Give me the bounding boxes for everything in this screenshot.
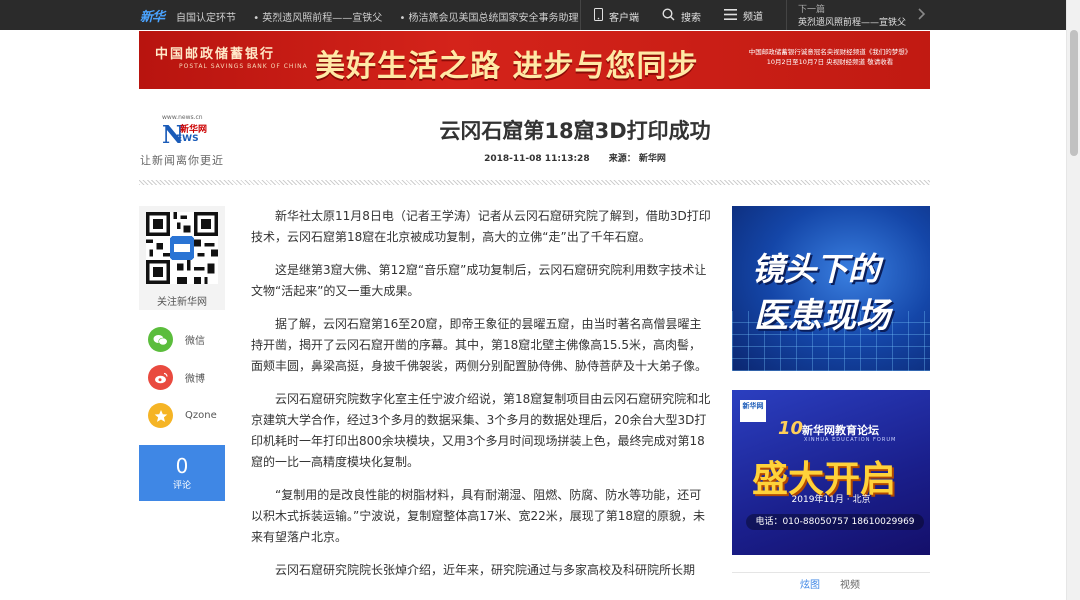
qr-follow-box: 关注新华网: [139, 206, 225, 310]
comment-label: 评论: [172, 481, 191, 491]
doctor-patient-ad[interactable]: 镜头下的 医患现场: [732, 206, 930, 371]
share-weibo[interactable]: 微博: [148, 365, 205, 390]
banner-side-line: 中国邮政储蓄银行诚意冠名央视财经频道《我们的梦想》: [748, 48, 912, 56]
divider: [580, 0, 581, 30]
next-label: 下一篇: [798, 5, 826, 15]
wechat-icon: [148, 327, 173, 352]
ticker-item[interactable]: 自国认定环节: [176, 13, 236, 24]
media-tabs: 炫图 视频: [732, 572, 930, 600]
channel-label: 频道: [743, 12, 763, 23]
forum-name-en: XINHUA EDUCATION FORUM: [804, 437, 897, 443]
tab-video[interactable]: 视频: [840, 576, 860, 591]
ad-headline: 医患现场: [754, 296, 890, 336]
news-ticker: 自国认定环节 • 英烈遗风照前程——宣铁父 • 杨洁篪会见美国总统国家安全事务助…: [176, 9, 593, 24]
share-label: 微博: [185, 374, 205, 385]
scrollbar-thumb[interactable]: [1070, 30, 1078, 156]
article-paragraph: “复制用的是改良性能的树脂材料，具有耐潮湿、阻燃、防腐、防水等功能，还可以积木式…: [251, 488, 706, 544]
article-paragraph: 云冈石窟研究院院长张焯介绍，近年来，研究院通过与多家高校及科研院所长期: [275, 563, 696, 577]
education-forum-ad[interactable]: 新华网 10 新华网教育论坛 XINHUA EDUCATION FORUM 盛大…: [732, 390, 930, 555]
weibo-icon: [148, 365, 173, 390]
forum-date: 2019年11月 · 北京: [791, 495, 871, 505]
menu-icon: [724, 8, 737, 23]
banner-side-text: 中国邮政储蓄银行诚意冠名央视财经频道《我们的梦想》 10月2日至10月7日 央视…: [735, 47, 925, 67]
channel-button[interactable]: 频道: [724, 8, 763, 23]
article-paragraph: 新华社太原11月8日电（记者王学涛）记者从云冈石窟研究院了解到，借助3D打印技术…: [251, 209, 711, 244]
star-icon: [148, 403, 173, 428]
share-label: Qzone: [185, 410, 217, 421]
logo-suffix: EWS: [176, 134, 199, 144]
site-logo[interactable]: 新华: [140, 6, 165, 25]
chevron-right-icon[interactable]: [918, 8, 926, 23]
share-wechat[interactable]: 微信: [148, 327, 205, 352]
client-button[interactable]: 客户端: [594, 8, 639, 24]
divider: [786, 0, 787, 30]
qr-code-icon: [146, 212, 218, 284]
tab-gallery[interactable]: 炫图: [800, 576, 820, 591]
ad-headline: 镜头下的: [752, 250, 881, 288]
article-paragraph: 这是继第3窟大佛、第12窟“音乐窟”成功复制后，云冈石窟研究院利用数字技术让文物…: [251, 263, 707, 298]
next-article-link[interactable]: 下一篇 英烈遗风照前程——宣铁父: [798, 4, 906, 30]
page-scrollbar[interactable]: [1066, 0, 1080, 600]
forum-edition-number: 10: [778, 418, 804, 439]
xinhua-logo[interactable]: www.news.cn N 新华网 EWS 让新闻离你更近: [140, 112, 230, 167]
forum-name: 新华网教育论坛: [802, 424, 879, 437]
article-paragraph: 据了解，云冈石窟第16至20窟，即帝王象征的昙曜五窟，由当时著名高僧昙曜主持开凿…: [251, 317, 708, 373]
ticker-item[interactable]: • 英烈遗风照前程——宣铁父: [253, 13, 382, 24]
comment-button[interactable]: 0 评论: [139, 445, 225, 501]
search-label: 搜索: [681, 12, 701, 24]
client-label: 客户端: [609, 12, 639, 24]
header-divider: [139, 180, 930, 185]
bank-name: 中国邮政储蓄银行: [155, 47, 276, 62]
site-motto: 让新闻离你更近: [140, 154, 224, 167]
next-title: 英烈遗风照前程——宣铁父: [798, 18, 907, 28]
bank-english-name: POSTAL SAVINGS BANK OF CHINA: [179, 63, 308, 70]
phone-icon: [594, 8, 603, 24]
news-logo-mark: N 新华网 EWS: [162, 120, 212, 149]
ad-logo: 新华网: [740, 400, 766, 422]
publish-datetime: 2018-11-08 11:13:28: [484, 154, 590, 164]
article-source: 来源： 新华网: [608, 154, 666, 164]
share-qzone[interactable]: Qzone: [148, 403, 217, 428]
top-bar: 新华 自国认定环节 • 英烈遗风照前程——宣铁父 • 杨洁篪会见美国总统国家安全…: [0, 0, 1080, 30]
article-body: 新华社太原11月8日电（记者王学涛）记者从云冈石窟研究院了解到，借助3D打印技术…: [251, 206, 711, 593]
banner-side-line: 10月2日至10月7日 央视财经频道 敬请收看: [766, 58, 894, 66]
article-meta: 2018-11-08 11:13:28 来源： 新华网: [230, 151, 920, 164]
comment-count: 0: [175, 454, 189, 478]
article-title: 云冈石窟第18窟3D打印成功: [439, 119, 711, 143]
search-icon: [662, 8, 675, 24]
search-button[interactable]: 搜索: [662, 8, 701, 24]
banner-slogan: 美好生活之路 进步与您同步: [315, 49, 699, 84]
qr-label: 关注新华网: [157, 297, 207, 308]
banner-ad[interactable]: 中国邮政储蓄银行 POSTAL SAVINGS BANK OF CHINA 美好…: [139, 31, 930, 89]
ticker-item[interactable]: • 杨洁篪会见美国总统国家安全事务助理: [399, 13, 578, 24]
article-paragraph: 云冈石窟研究院数字化室主任宁波介绍说，第18窟复制项目由云冈石窟研究院和北京建筑…: [251, 392, 711, 469]
share-label: 微信: [185, 336, 205, 347]
forum-phone: 电话：010-88050757 18610029969: [746, 514, 924, 530]
